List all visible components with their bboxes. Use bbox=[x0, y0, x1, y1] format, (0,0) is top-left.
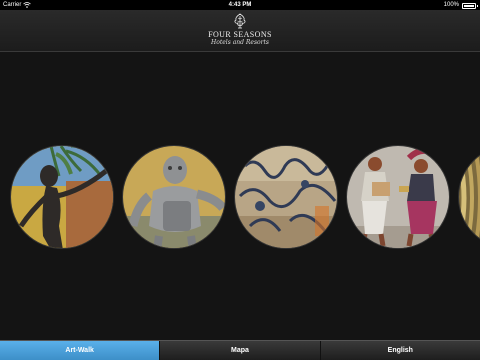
gallery-item-traditional-figures[interactable] bbox=[346, 145, 450, 249]
status-time: 4:43 PM bbox=[228, 2, 252, 8]
tab-mapa[interactable]: Mapa bbox=[160, 341, 321, 360]
battery-percent: 100% bbox=[443, 2, 459, 8]
status-bar: Carrier 4:43 PM 100% bbox=[0, 0, 480, 10]
tab-art-walk[interactable]: Art-Walk bbox=[0, 341, 161, 360]
status-right: 100% bbox=[443, 0, 478, 10]
tab-english[interactable]: English bbox=[321, 341, 480, 360]
gallery-item-woven-sculpture[interactable] bbox=[458, 145, 480, 249]
tab-bar: Art-Walk Mapa English bbox=[0, 340, 480, 360]
brand-name: FOUR SEASONS bbox=[208, 30, 272, 39]
tab-art-walk-label: Art-Walk bbox=[65, 347, 94, 354]
tree-logo-icon bbox=[234, 13, 246, 29]
tab-english-label: English bbox=[387, 347, 413, 354]
gallery-item-sculpture-woman[interactable] bbox=[10, 145, 114, 249]
header: FOUR SEASONS Hotels and Resorts bbox=[0, 10, 480, 52]
brand-tagline: Hotels and Resorts bbox=[210, 39, 270, 46]
gallery bbox=[0, 53, 480, 339]
tab-mapa-label: Mapa bbox=[231, 347, 249, 354]
battery-icon bbox=[462, 3, 478, 9]
gallery-item-abstract-mural[interactable] bbox=[234, 145, 338, 249]
logo: FOUR SEASONS Hotels and Resorts bbox=[0, 13, 480, 46]
gallery-item-metal-figure[interactable] bbox=[122, 145, 226, 249]
